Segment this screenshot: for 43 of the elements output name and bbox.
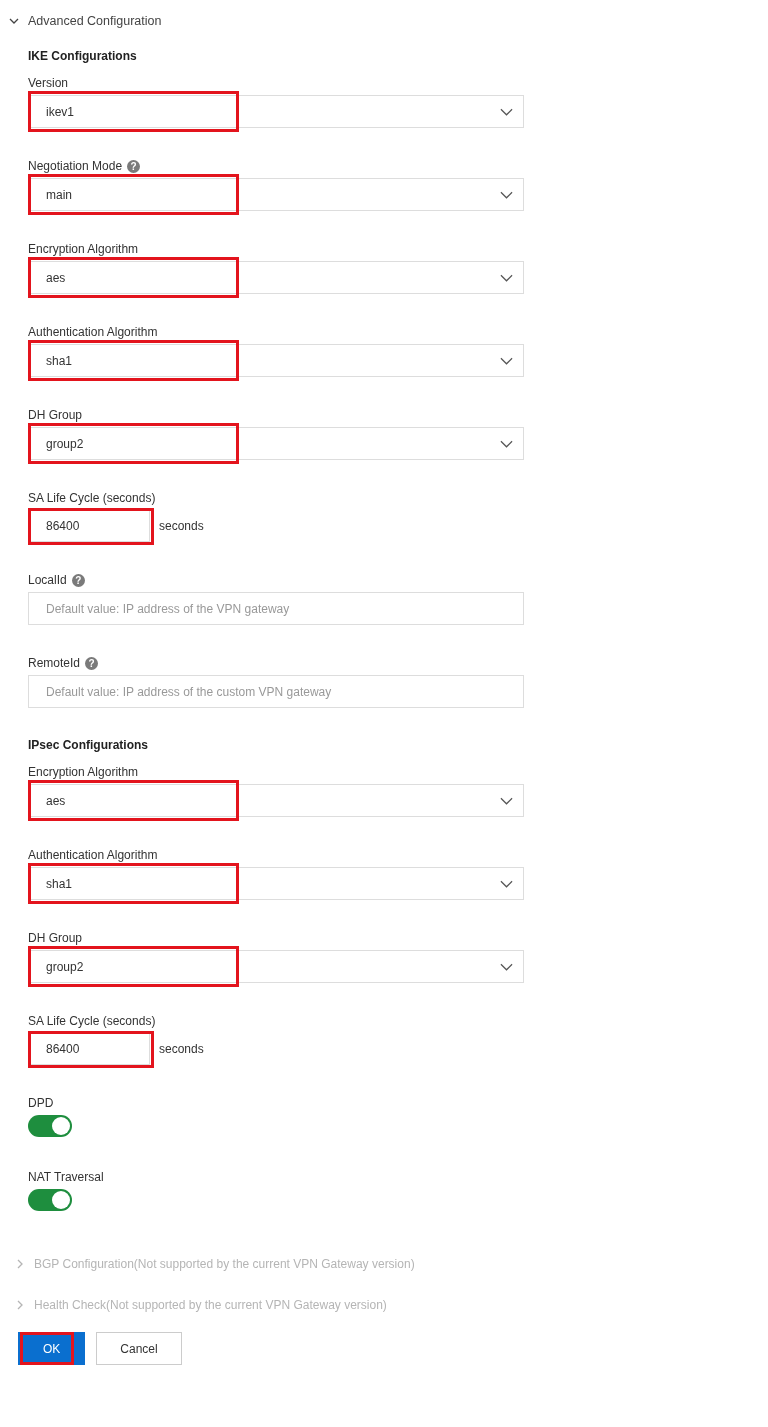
select-field[interactable]: sha1 — [28, 867, 524, 900]
field-label: Encryption Algorithm — [28, 765, 139, 779]
field-label: RemoteId — [28, 656, 81, 670]
unit-label: seconds — [159, 519, 204, 533]
number-field[interactable]: 86400 — [28, 1033, 150, 1065]
field-label: DH Group — [28, 931, 83, 945]
field-label: Version — [28, 76, 69, 90]
field-label: LocalId — [28, 573, 67, 587]
caret-icon — [500, 962, 513, 971]
help-icon[interactable]: ? — [127, 159, 141, 173]
section-title: IPsec Configurations — [28, 738, 150, 752]
field-label: Encryption Algorithm — [28, 242, 139, 256]
cancel-button[interactable]: Cancel — [96, 1332, 182, 1365]
field-label: DH Group — [28, 408, 83, 422]
select-field[interactable]: aes — [28, 784, 524, 817]
caret-icon — [500, 879, 513, 888]
section-title: IKE Configurations — [28, 49, 138, 63]
caret-icon — [500, 439, 513, 448]
caret-icon — [500, 107, 513, 116]
field-label: Negotiation Mode — [28, 159, 123, 173]
caret-icon — [500, 356, 513, 365]
field-label: NAT Traversal — [28, 1170, 104, 1184]
select-field[interactable]: main — [28, 178, 524, 211]
select-field[interactable]: ikev1 — [28, 95, 524, 128]
help-icon[interactable]: ? — [71, 573, 85, 587]
advanced-configuration-toggle[interactable]: Advanced Configuration — [8, 14, 162, 28]
select-field[interactable]: aes — [28, 261, 524, 294]
field-label: Authentication Algorithm — [28, 848, 158, 862]
field-label: DPD — [28, 1096, 54, 1110]
field-label: SA Life Cycle (seconds) — [28, 1014, 156, 1028]
unit-label: seconds — [159, 1042, 204, 1056]
select-field[interactable]: sha1 — [28, 344, 524, 377]
toggle-switch[interactable] — [28, 1115, 72, 1137]
caret-icon — [500, 273, 513, 282]
select-field[interactable]: group2 — [28, 950, 524, 983]
field-label: SA Life Cycle (seconds) — [28, 491, 156, 505]
caret-icon — [500, 796, 513, 805]
select-field[interactable]: group2 — [28, 427, 524, 460]
caret-icon — [500, 190, 513, 199]
help-icon[interactable]: ? — [85, 656, 99, 670]
toggle-switch[interactable] — [28, 1189, 72, 1211]
number-field[interactable]: 86400 — [28, 510, 150, 542]
field-label: Authentication Algorithm — [28, 325, 158, 339]
